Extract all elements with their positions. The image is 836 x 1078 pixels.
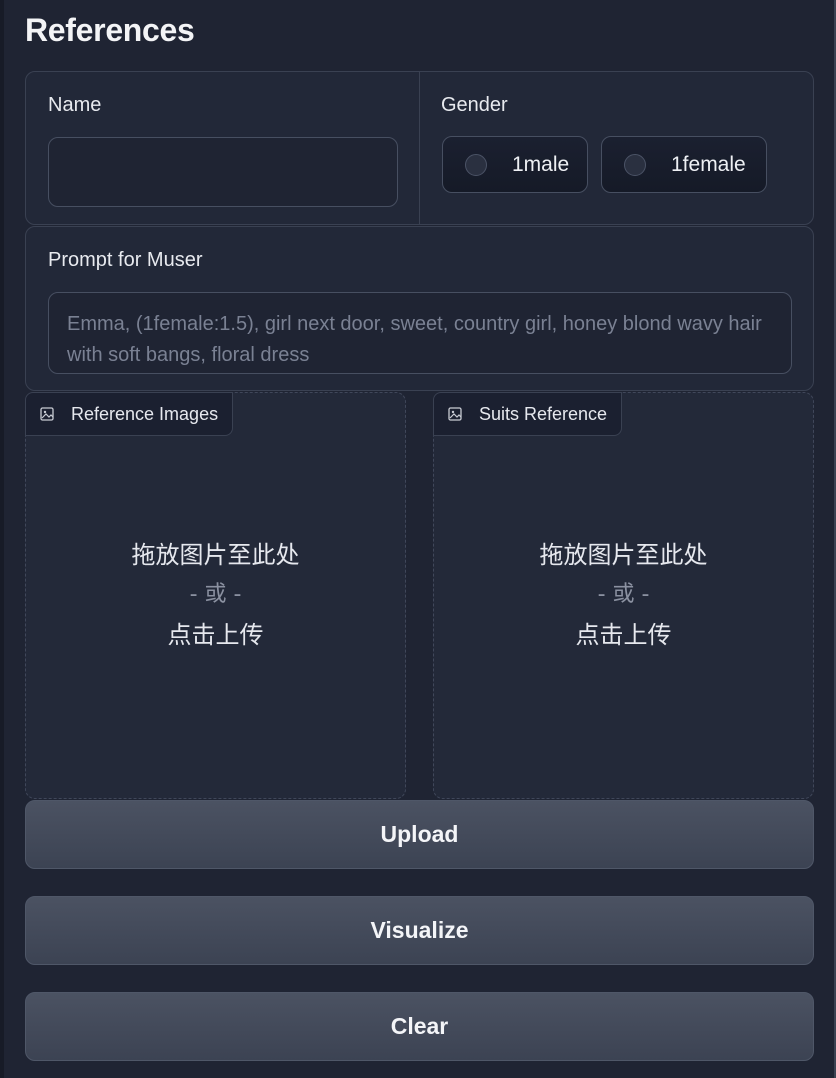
prompt-panel: Prompt for Muser Emma, (1female:1.5), gi… [25,226,814,391]
section-title: References [25,12,195,48]
radio-circle-icon[interactable] [624,153,646,176]
panel-divider [419,72,420,224]
drop-text: 拖放图片至此处 [539,541,708,569]
visualize-button[interactable]: Visualize [25,896,814,965]
dropzone-tag: Reference Images [25,392,234,436]
gender-label: Gender [441,94,508,116]
dropzone-label: Reference Images [71,403,219,424]
name-label: Name [48,94,102,116]
name-input[interactable] [48,137,398,207]
radio-circle-icon[interactable] [465,153,487,176]
gender-option-1male[interactable]: 1male [442,136,588,193]
upload-button[interactable]: Upload [25,800,814,869]
reference-images-dropzone[interactable]: Reference Images 拖放图片至此处 - 或 - 点击上传 [25,392,406,799]
radio-label: 1female [671,152,746,176]
prompt-textarea[interactable]: Emma, (1female:1.5), girl next door, swe… [48,292,792,374]
click-upload-text: 点击上传 [167,621,264,649]
clear-button[interactable]: Clear [25,992,814,1061]
or-text: - 或 - [189,582,242,607]
dropzone-label: Suits Reference [479,403,608,424]
click-upload-text: 点击上传 [575,621,672,649]
drop-text: 拖放图片至此处 [131,541,300,569]
image-icon [448,407,462,421]
dropzone-tag: Suits Reference [433,392,623,436]
name-gender-panel: Name Gender 1male 1female [25,71,814,225]
gender-option-1female[interactable]: 1female [601,136,767,193]
image-icon [40,407,54,421]
radio-label: 1male [512,152,570,176]
prompt-label: Prompt for Muser [48,249,203,271]
or-text: - 或 - [597,582,650,607]
left-border [0,0,4,1078]
suits-reference-dropzone[interactable]: Suits Reference 拖放图片至此处 - 或 - 点击上传 [433,392,814,799]
